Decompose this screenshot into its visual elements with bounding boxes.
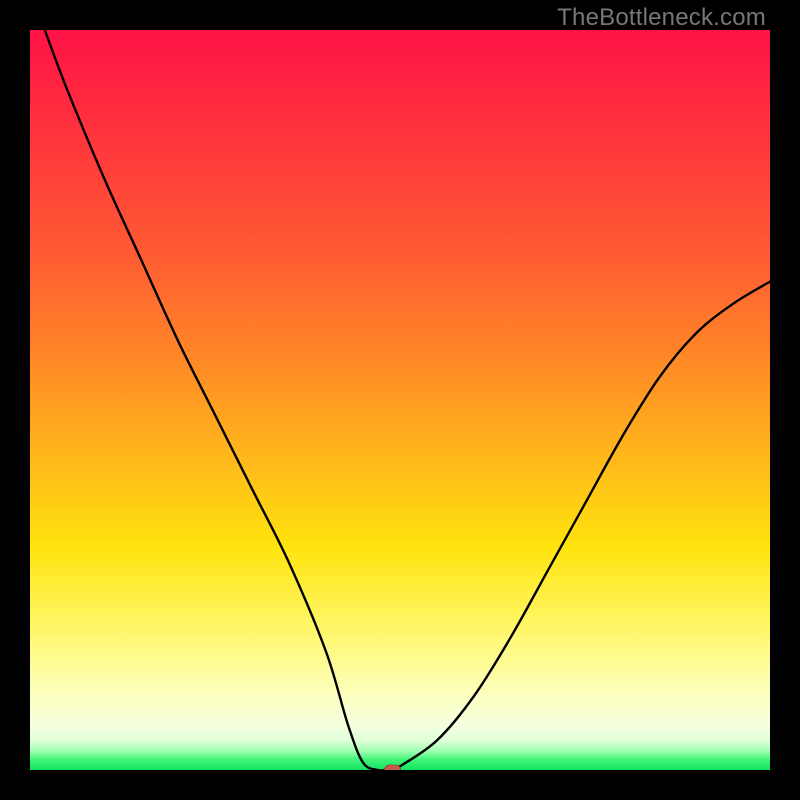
curve-path [45, 30, 770, 770]
watermark-text: TheBottleneck.com [557, 4, 766, 32]
plot-area [30, 30, 770, 770]
bottleneck-curve [30, 30, 770, 770]
chart-frame: TheBottleneck.com [0, 0, 800, 800]
minimum-marker [385, 765, 401, 770]
